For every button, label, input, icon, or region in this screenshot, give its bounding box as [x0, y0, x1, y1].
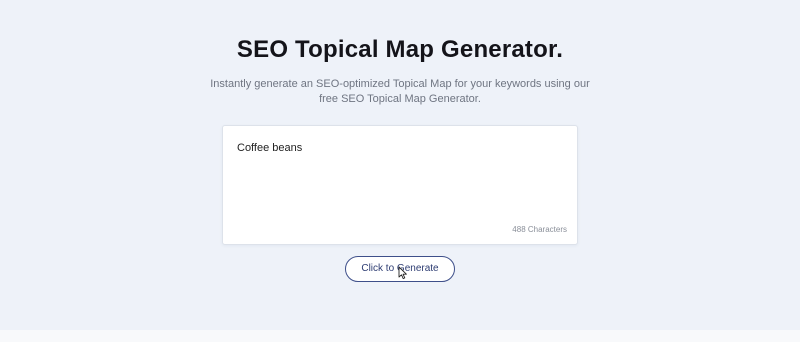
keyword-input-card: Coffee beans 488 Characters: [222, 125, 578, 245]
page-title: SEO Topical Map Generator.: [236, 36, 564, 63]
pointer-cursor-icon: [398, 266, 407, 280]
page-subtitle: Instantly generate an SEO-optimized Topi…: [210, 78, 590, 105]
character-count: 488 Characters: [512, 225, 567, 234]
footer-strip: [0, 330, 800, 342]
hero-section: SEO Topical Map Generator. Instantly gen…: [0, 0, 800, 330]
keyword-textarea[interactable]: Coffee beans: [237, 142, 563, 222]
